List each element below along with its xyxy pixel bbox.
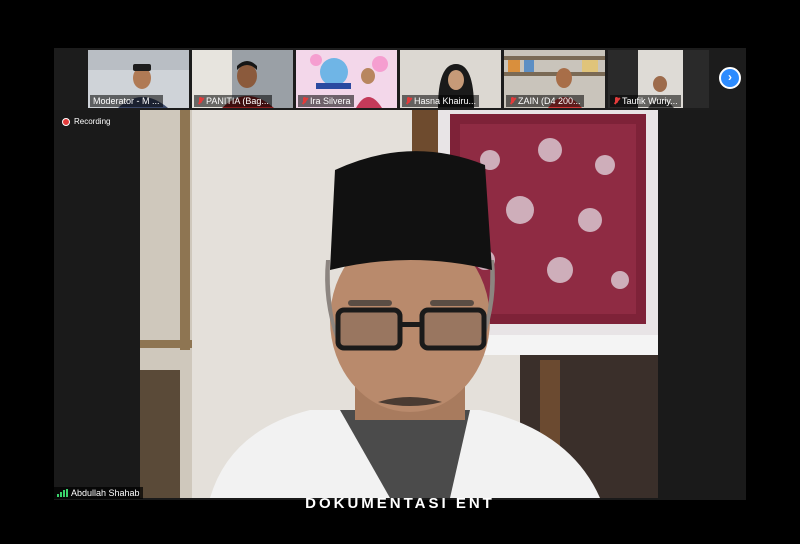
documentation-caption: DOKUMENTASI ENT <box>305 495 495 512</box>
participant-name: ZAIN (D4 200... <box>506 95 584 107</box>
participant-tile[interactable]: PANITIA (Bag... <box>192 50 293 108</box>
participant-tile[interactable]: Taufik Wuriy... <box>608 50 709 108</box>
recording-label: Recording <box>74 117 111 126</box>
mic-muted-icon <box>301 97 308 105</box>
speaker-scene <box>140 110 658 498</box>
participant-tile[interactable]: Moderator - M ... <box>88 50 189 108</box>
mic-muted-icon <box>405 97 412 105</box>
participant-tile[interactable]: Ira Silvera <box>296 50 397 108</box>
participant-name: Taufik Wuriy... <box>610 95 681 107</box>
participant-tile[interactable]: ZAIN (D4 200... <box>504 50 605 108</box>
mic-muted-icon <box>197 97 204 105</box>
participant-name: Hasna Khairu... <box>402 95 480 107</box>
active-speaker-video <box>140 110 658 498</box>
participant-name: Moderator - M ... <box>90 95 163 107</box>
participant-thumbnail-strip: Moderator - M ... PANITIA (Bag... Ira Si… <box>54 48 746 110</box>
next-page-button[interactable]: › <box>719 67 741 89</box>
participant-tile[interactable]: Hasna Khairu... <box>400 50 501 108</box>
mic-muted-icon <box>509 97 516 105</box>
mic-muted-icon <box>613 97 620 105</box>
chevron-right-icon: › <box>728 70 732 84</box>
recording-indicator: Recording <box>62 117 110 126</box>
participant-name: Ira Silvera <box>298 95 354 107</box>
participant-name: PANITIA (Bag... <box>194 95 272 107</box>
recording-dot-icon <box>62 117 70 126</box>
